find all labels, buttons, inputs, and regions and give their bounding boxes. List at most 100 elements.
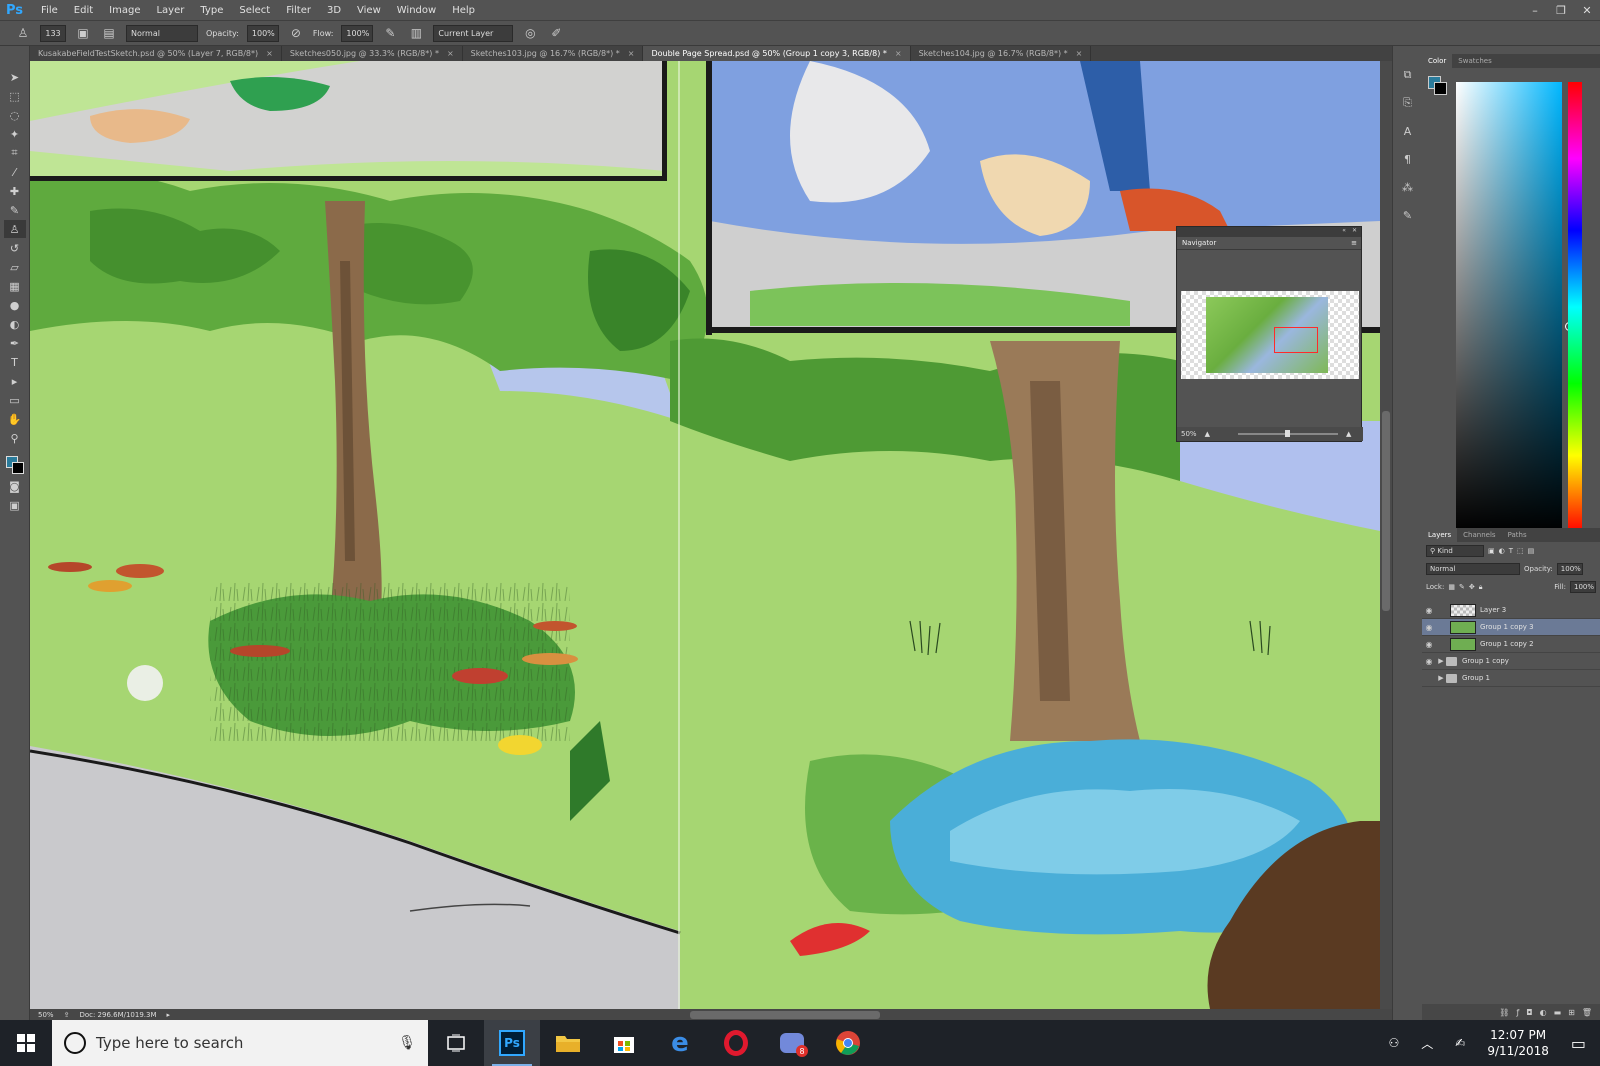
close-tab-icon[interactable]: × (1076, 49, 1083, 58)
visibility-eye-icon[interactable]: ◉ (1422, 640, 1436, 649)
menu-view[interactable]: View (349, 5, 389, 16)
clone-stamp-tool-icon[interactable]: ♙ (3, 220, 26, 238)
layer-fill-input[interactable]: 100% (1570, 581, 1596, 593)
layer-row[interactable]: ▶ Group 1 (1422, 670, 1600, 687)
brush-settings-panel-icon[interactable]: ✎ (1399, 206, 1417, 224)
layer-style-icon[interactable]: ƒ (1516, 1008, 1519, 1017)
lock-all-icon[interactable]: 🔒︎ (1479, 583, 1483, 592)
layer-kind-filter[interactable]: ⚲ Kind (1426, 545, 1484, 557)
color-panel-swatch[interactable] (1428, 76, 1448, 96)
brush-presets-panel-icon[interactable]: ⁂ (1399, 178, 1417, 196)
lasso-tool-icon[interactable]: ◌ (4, 106, 26, 124)
menu-3d[interactable]: 3D (319, 5, 349, 16)
gradient-tool-icon[interactable]: ▦ (4, 277, 26, 295)
healing-brush-tool-icon[interactable]: ✚ (4, 182, 26, 200)
taskbar-clock[interactable]: 12:07 PM 9/11/2018 (1487, 1027, 1549, 1059)
vertical-scroll-thumb[interactable] (1382, 411, 1390, 611)
taskbar-chrome[interactable] (820, 1020, 876, 1066)
close-button[interactable]: ✕ (1574, 0, 1600, 20)
brush-panel-icon[interactable]: ▣ (74, 24, 92, 42)
tab-sketches103[interactable]: Sketches103.jpg @ 16.7% (RGB/8*) * × (463, 46, 644, 61)
background-color[interactable] (1434, 82, 1447, 95)
taskbar-edge[interactable]: e (652, 1020, 708, 1066)
brush-size-picker[interactable]: 133 (40, 24, 66, 42)
trash-icon[interactable]: 🗑︎ (1582, 1008, 1592, 1017)
quick-mask-icon[interactable]: ◙ (4, 477, 26, 495)
marquee-tool-icon[interactable]: ⬚ (4, 87, 26, 105)
flow-input[interactable]: 100% (341, 24, 374, 42)
layer-row[interactable]: ◉ Layer 3 (1422, 602, 1600, 619)
aligned-icon[interactable]: ▥ (407, 24, 425, 42)
menu-window[interactable]: Window (389, 5, 444, 16)
opacity-input[interactable]: 100% (246, 24, 279, 42)
clone-source-panel-icon[interactable]: ⎘ (1399, 94, 1417, 112)
tab-color[interactable]: Color (1422, 54, 1453, 68)
new-layer-icon[interactable]: ⊞ (1568, 1008, 1575, 1017)
share-icon[interactable]: ⇪ (64, 1011, 70, 1019)
tab-double-page-spread[interactable]: Double Page Spread.psd @ 50% (Group 1 co… (643, 46, 911, 61)
navigator-view-box[interactable] (1274, 327, 1318, 353)
people-icon[interactable]: ⚇ (1389, 1036, 1400, 1050)
tab-sketches104[interactable]: Sketches104.jpg @ 16.7% (RGB/8*) * × (911, 46, 1092, 61)
filter-pixel-icon[interactable]: ▣ (1488, 547, 1495, 555)
close-tab-icon[interactable]: × (895, 49, 902, 58)
layer-opacity-input[interactable]: 100% (1556, 563, 1583, 575)
show-hidden-icons-icon[interactable]: ︿ (1421, 1035, 1433, 1052)
menu-layer[interactable]: Layer (148, 5, 192, 16)
pressure-opacity-icon[interactable]: ⊘ (287, 24, 305, 42)
foreground-background-swatch[interactable] (4, 454, 26, 476)
paragraph-panel-icon[interactable]: ¶ (1399, 150, 1417, 168)
tab-layers[interactable]: Layers (1422, 528, 1458, 542)
tab-swatches[interactable]: Swatches (1452, 54, 1497, 68)
taskbar-photoshop[interactable]: Ps (484, 1020, 540, 1066)
lock-position-icon[interactable]: ✥ (1469, 583, 1475, 591)
visibility-eye-icon[interactable]: ◉ (1422, 623, 1436, 632)
screen-mode-icon[interactable]: ▣ (4, 496, 26, 514)
link-layers-icon[interactable]: ⛓ (1499, 1008, 1509, 1017)
airbrush-icon[interactable]: ✎ (381, 24, 399, 42)
expand-group-icon[interactable]: ▶ (1436, 657, 1446, 665)
vertical-scrollbar[interactable] (1380, 61, 1392, 1009)
tab-kusakabe[interactable]: KusakabeFieldTestSketch.psd @ 50% (Layer… (30, 46, 282, 61)
zoom-tool-icon[interactable]: ⚲ (4, 429, 26, 447)
type-tool-icon[interactable]: T (4, 353, 26, 371)
pen-workspace-icon[interactable]: ✍︎ (1455, 1036, 1465, 1050)
layer-row[interactable]: ◉ ▶ Group 1 copy (1422, 653, 1600, 670)
task-view-button[interactable] (428, 1020, 484, 1066)
lock-image-icon[interactable]: ✎ (1459, 583, 1465, 591)
restore-button[interactable]: ❐ (1548, 0, 1574, 20)
blur-tool-icon[interactable]: ● (4, 296, 26, 314)
add-mask-icon[interactable]: ◘ (1526, 1008, 1532, 1017)
hue-slider[interactable] (1568, 82, 1582, 532)
path-selection-tool-icon[interactable]: ▸ (4, 372, 26, 390)
eraser-tool-icon[interactable]: ▱ (4, 258, 26, 276)
tab-paths[interactable]: Paths (1502, 528, 1533, 542)
adjustment-layer-icon[interactable]: ◐ (1540, 1008, 1547, 1017)
panel-menu-icon[interactable]: ≡ (1351, 239, 1357, 247)
new-group-icon[interactable]: ▬ (1554, 1008, 1562, 1017)
history-panel-icon[interactable]: ⧉ (1399, 66, 1417, 84)
menu-file[interactable]: File (33, 5, 66, 16)
taskbar-file-explorer[interactable] (540, 1020, 596, 1066)
pen-tool-icon[interactable]: ✒ (4, 334, 26, 352)
pressure-size-icon[interactable]: ✐ (547, 24, 565, 42)
tab-channels[interactable]: Channels (1457, 528, 1501, 542)
filter-smart-object-icon[interactable]: ▤ (1528, 547, 1535, 555)
menu-edit[interactable]: Edit (66, 5, 101, 16)
character-panel-icon[interactable]: A (1399, 122, 1417, 140)
close-tab-icon[interactable]: × (628, 49, 635, 58)
menu-image[interactable]: Image (101, 5, 148, 16)
status-menu-arrow-icon[interactable]: ▸ (167, 1011, 171, 1019)
eyedropper-tool-icon[interactable]: ⁄ (4, 163, 26, 181)
expand-group-icon[interactable]: ▶ (1436, 674, 1446, 682)
navigator-zoom-slider[interactable] (1237, 430, 1338, 437)
menu-type[interactable]: Type (192, 5, 231, 16)
magic-wand-tool-icon[interactable]: ✦ (4, 125, 26, 143)
clone-stamp-icon[interactable]: ♙ (14, 24, 32, 42)
menu-filter[interactable]: Filter (278, 5, 319, 16)
ignore-adjustment-icon[interactable]: ◎ (521, 24, 539, 42)
zoom-out-icon[interactable]: ▲ (1205, 430, 1210, 438)
action-center-icon[interactable]: ▭ (1571, 1034, 1586, 1053)
layer-row[interactable]: ◉ Group 1 copy 2 (1422, 636, 1600, 653)
menu-help[interactable]: Help (444, 5, 483, 16)
